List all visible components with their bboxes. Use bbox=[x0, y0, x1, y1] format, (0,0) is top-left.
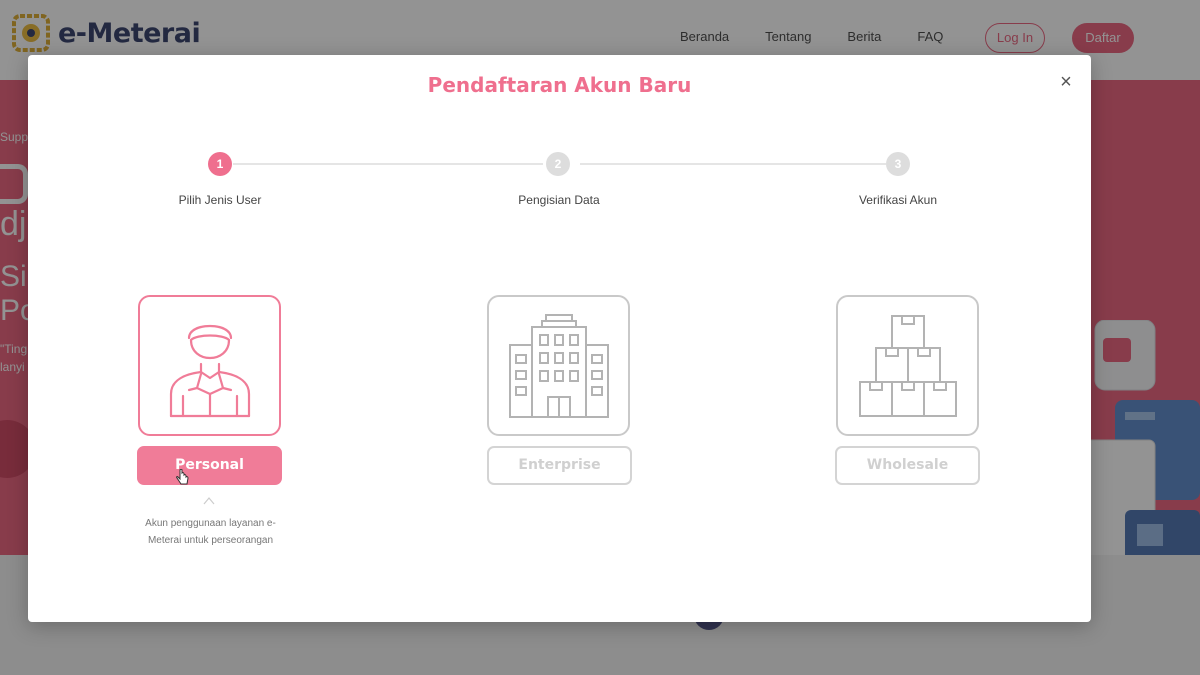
step-2-indicator: 2 bbox=[546, 152, 570, 176]
step-1-label: Pilih Jenis User bbox=[178, 193, 262, 207]
enterprise-card[interactable] bbox=[487, 295, 630, 436]
building-icon bbox=[508, 313, 609, 418]
step-3-indicator: 3 bbox=[886, 152, 910, 176]
tooltip-caret-icon bbox=[203, 497, 215, 505]
step-2-label: Pengisian Data bbox=[518, 193, 600, 207]
personal-description: Akun penggunaan layanan e-Meterai untuk … bbox=[145, 518, 276, 546]
registration-modal: Pendaftaran Akun Baru × 1 2 3 Pilih Jeni… bbox=[28, 55, 1091, 622]
close-icon[interactable]: × bbox=[1055, 71, 1077, 93]
step-1-indicator: 1 bbox=[208, 152, 232, 176]
stepper-line-2 bbox=[580, 163, 886, 165]
wholesale-card[interactable] bbox=[836, 295, 979, 436]
hand-cursor-icon bbox=[176, 469, 189, 485]
boxes-icon bbox=[858, 314, 957, 417]
modal-title: Pendaftaran Akun Baru bbox=[427, 73, 692, 97]
personal-button[interactable]: Personal bbox=[137, 446, 282, 485]
stepper-line-1 bbox=[233, 163, 543, 165]
wholesale-button[interactable]: Wholesale bbox=[835, 446, 980, 485]
enterprise-button[interactable]: Enterprise bbox=[487, 446, 632, 485]
personal-card[interactable] bbox=[138, 295, 281, 436]
step-3-label: Verifikasi Akun bbox=[858, 193, 938, 207]
person-icon bbox=[169, 324, 250, 417]
